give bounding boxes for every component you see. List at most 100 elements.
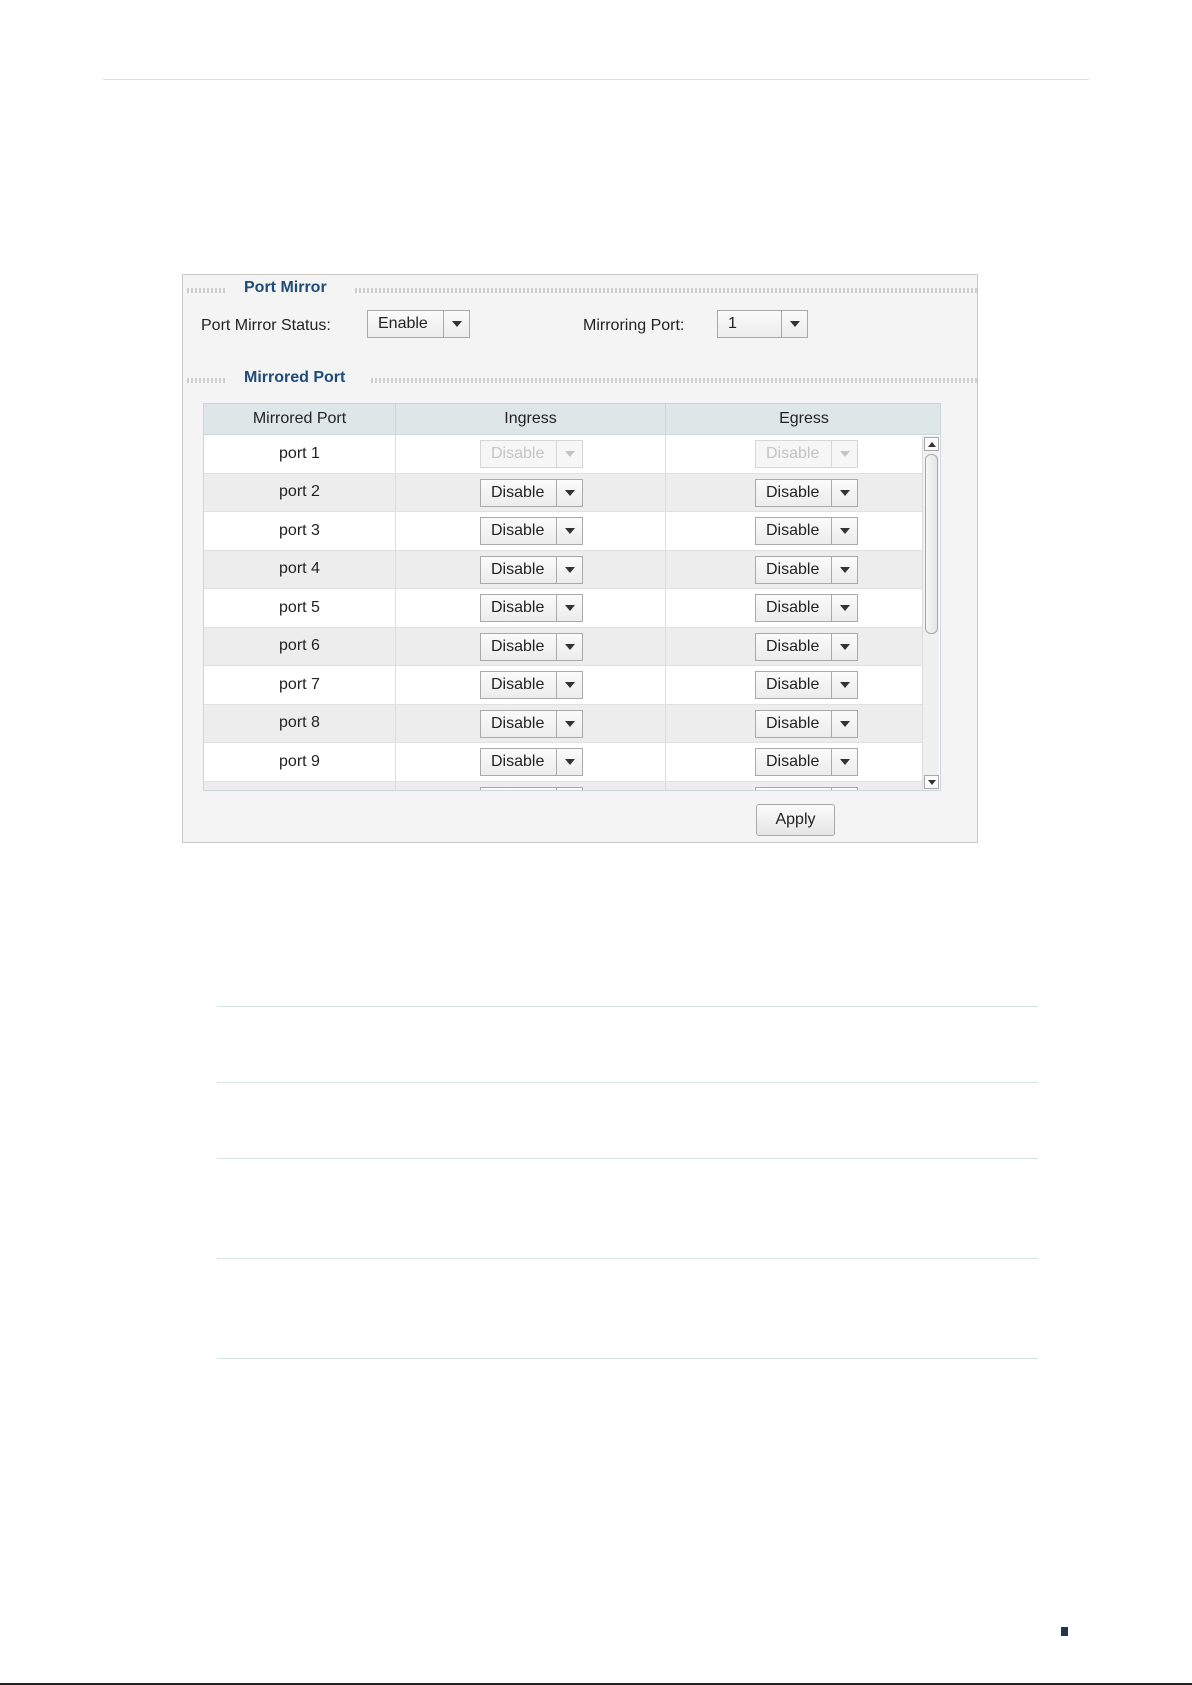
- column-header-ingress: Ingress: [396, 404, 666, 434]
- scroll-up-icon[interactable]: [924, 437, 939, 451]
- chevron-down-icon[interactable]: [831, 672, 857, 698]
- table-row: port 6 Disable Disable: [204, 627, 924, 666]
- egress-value: Disable: [766, 753, 820, 770]
- mirroring-port-label: Mirroring Port:: [583, 317, 685, 334]
- ingress-value: Disable: [491, 714, 545, 732]
- egress-select: Disable: [755, 440, 858, 468]
- chevron-down-icon[interactable]: [831, 749, 857, 775]
- table-row: port 2 Disable Disable: [204, 473, 924, 512]
- ingress-cell: Disable: [396, 627, 666, 665]
- chevron-down-icon[interactable]: [556, 710, 582, 737]
- egress-select[interactable]: Disable: [755, 517, 858, 545]
- chevron-down-icon[interactable]: [831, 556, 857, 583]
- port-mirror-status-label: Port Mirror Status:: [201, 317, 331, 334]
- mirrored-port-cell: port 1: [204, 435, 396, 473]
- chevron-down-icon[interactable]: [556, 633, 582, 660]
- ingress-value: Disable: [491, 522, 545, 539]
- ingress-select[interactable]: Disable: [480, 748, 583, 776]
- table-row: port 4 Disable Disable: [204, 550, 924, 589]
- egress-select[interactable]: Disable: [755, 709, 858, 738]
- chevron-down-icon[interactable]: [556, 672, 582, 698]
- ingress-select[interactable]: Disable: [480, 478, 583, 507]
- ingress-value: Disable: [491, 560, 545, 578]
- chevron-down-icon[interactable]: [781, 311, 807, 337]
- egress-value: Disable: [766, 483, 820, 501]
- chevron-down-icon[interactable]: [556, 479, 582, 506]
- chevron-down-icon[interactable]: [831, 595, 857, 621]
- mirrored-port-cell: port 9: [204, 743, 396, 781]
- chevron-down-icon[interactable]: [831, 787, 857, 790]
- egress-cell: Disable: [666, 551, 924, 589]
- table-row: port 5 Disable Disable: [204, 589, 924, 628]
- mirrored-port-cell: port 5: [204, 589, 396, 627]
- egress-select[interactable]: Disable: [755, 555, 858, 584]
- ingress-cell: Disable: [396, 743, 666, 781]
- mirroring-port-value: 1: [728, 315, 737, 332]
- ingress-cell: Disable: [396, 589, 666, 627]
- port-mirror-status-select[interactable]: Enable: [367, 310, 470, 338]
- ingress-select[interactable]: [480, 786, 583, 790]
- ingress-select[interactable]: Disable: [480, 709, 583, 738]
- egress-select[interactable]: Disable: [755, 671, 858, 699]
- egress-value: Disable: [766, 599, 820, 616]
- chevron-down-icon: [556, 441, 582, 467]
- ingress-select[interactable]: Disable: [480, 632, 583, 661]
- egress-cell: Disable: [666, 705, 924, 743]
- ingress-select[interactable]: Disable: [480, 555, 583, 584]
- header-rule: [103, 79, 1089, 80]
- egress-cell: Disable: [666, 474, 924, 512]
- ingress-select[interactable]: Disable: [480, 517, 583, 545]
- egress-select[interactable]: [755, 786, 858, 790]
- egress-value: Disable: [766, 560, 820, 578]
- chevron-down-icon[interactable]: [556, 556, 582, 583]
- mirroring-port-select[interactable]: 1: [717, 310, 808, 338]
- egress-cell: Disable: [666, 628, 924, 666]
- mirrored-port-legend: Mirrored Port: [187, 369, 977, 386]
- port-mirror-title: Port Mirror: [244, 279, 327, 296]
- egress-value: Disable: [766, 522, 820, 539]
- egress-select[interactable]: Disable: [755, 632, 858, 661]
- egress-cell: Disable: [666, 743, 924, 781]
- ingress-value: Disable: [491, 637, 545, 655]
- apply-button[interactable]: Apply: [756, 804, 835, 836]
- scroll-down-icon[interactable]: [924, 775, 939, 789]
- ingress-value: Disable: [491, 676, 545, 693]
- mirrored-port-cell: port 6: [204, 627, 396, 665]
- ingress-cell: [396, 781, 666, 790]
- table-scrollbar[interactable]: [922, 436, 939, 790]
- chevron-down-icon[interactable]: [443, 311, 469, 337]
- port-mirror-status-value: Enable: [378, 315, 428, 332]
- table-row: port 8 Disable Disable: [204, 704, 924, 743]
- chevron-down-icon[interactable]: [556, 518, 582, 544]
- egress-value: Disable: [766, 445, 820, 462]
- egress-cell: Disable: [666, 435, 924, 473]
- egress-cell: [666, 782, 924, 790]
- egress-select[interactable]: Disable: [755, 594, 858, 622]
- ingress-select[interactable]: Disable: [480, 594, 583, 622]
- scroll-thumb[interactable]: [925, 454, 938, 634]
- egress-select[interactable]: Disable: [755, 748, 858, 776]
- ingress-value: Disable: [491, 599, 545, 616]
- chevron-down-icon[interactable]: [831, 518, 857, 544]
- ingress-cell: Disable: [396, 550, 666, 588]
- ingress-select[interactable]: Disable: [480, 671, 583, 699]
- ingress-value: Disable: [491, 483, 545, 501]
- column-header-egress: Egress: [779, 410, 829, 427]
- table-row: port 9 Disable Disable: [204, 743, 924, 782]
- chevron-down-icon[interactable]: [831, 710, 857, 737]
- table-rule: [217, 1358, 1038, 1359]
- egress-cell: Disable: [666, 512, 924, 550]
- egress-cell: Disable: [666, 589, 924, 627]
- chevron-down-icon[interactable]: [556, 595, 582, 621]
- mirrored-port-cell: port 2: [204, 473, 396, 511]
- ingress-cell: Disable: [396, 512, 666, 550]
- chevron-down-icon[interactable]: [556, 749, 582, 775]
- chevron-down-icon[interactable]: [556, 787, 582, 790]
- mirrored-port-cell: port 7: [204, 666, 396, 704]
- mirrored-port-cell: port 8: [204, 704, 396, 742]
- chevron-down-icon[interactable]: [831, 633, 857, 660]
- chevron-down-icon: [831, 441, 857, 467]
- chevron-down-icon[interactable]: [831, 479, 857, 506]
- egress-value: Disable: [766, 714, 820, 732]
- egress-select[interactable]: Disable: [755, 478, 858, 507]
